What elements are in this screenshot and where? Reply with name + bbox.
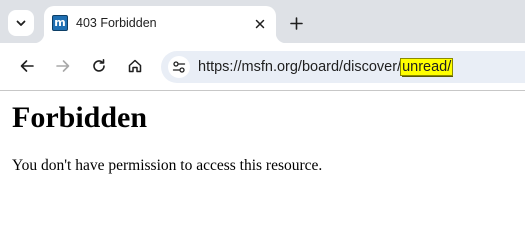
home-button[interactable] [124, 55, 146, 77]
page-content: Forbidden You don't have permission to a… [0, 91, 525, 212]
new-tab-button[interactable] [285, 12, 307, 34]
reload-button[interactable] [88, 55, 110, 77]
site-favicon-icon: m [52, 15, 68, 31]
tune-icon [172, 60, 186, 74]
arrow-right-icon [55, 58, 71, 74]
tab-strip: m 403 Forbidden [0, 0, 525, 43]
plus-icon [289, 16, 303, 30]
arrow-left-icon [19, 58, 35, 74]
reload-icon [91, 58, 107, 74]
close-icon[interactable] [252, 16, 268, 32]
tab-title: 403 Forbidden [76, 16, 157, 30]
home-icon [127, 58, 143, 74]
back-button[interactable] [16, 55, 38, 77]
url-prefix: https://msfn.org/board/discover/ [198, 59, 402, 75]
browser-toolbar: https://msfn.org/board/discover/unread/ [0, 43, 525, 91]
site-info-button[interactable] [168, 56, 190, 78]
browser-tab[interactable]: m 403 Forbidden [34, 6, 286, 43]
chevron-down-icon [15, 17, 27, 29]
url-highlight: unread/ [400, 58, 454, 76]
tab-search-button[interactable] [8, 10, 34, 36]
address-bar[interactable]: https://msfn.org/board/discover/unread/ [161, 51, 525, 83]
error-message: You don't have permission to access this… [12, 157, 323, 174]
forward-button[interactable] [52, 55, 74, 77]
page-heading: Forbidden [12, 101, 148, 134]
url-text[interactable]: https://msfn.org/board/discover/unread/ [198, 58, 454, 76]
